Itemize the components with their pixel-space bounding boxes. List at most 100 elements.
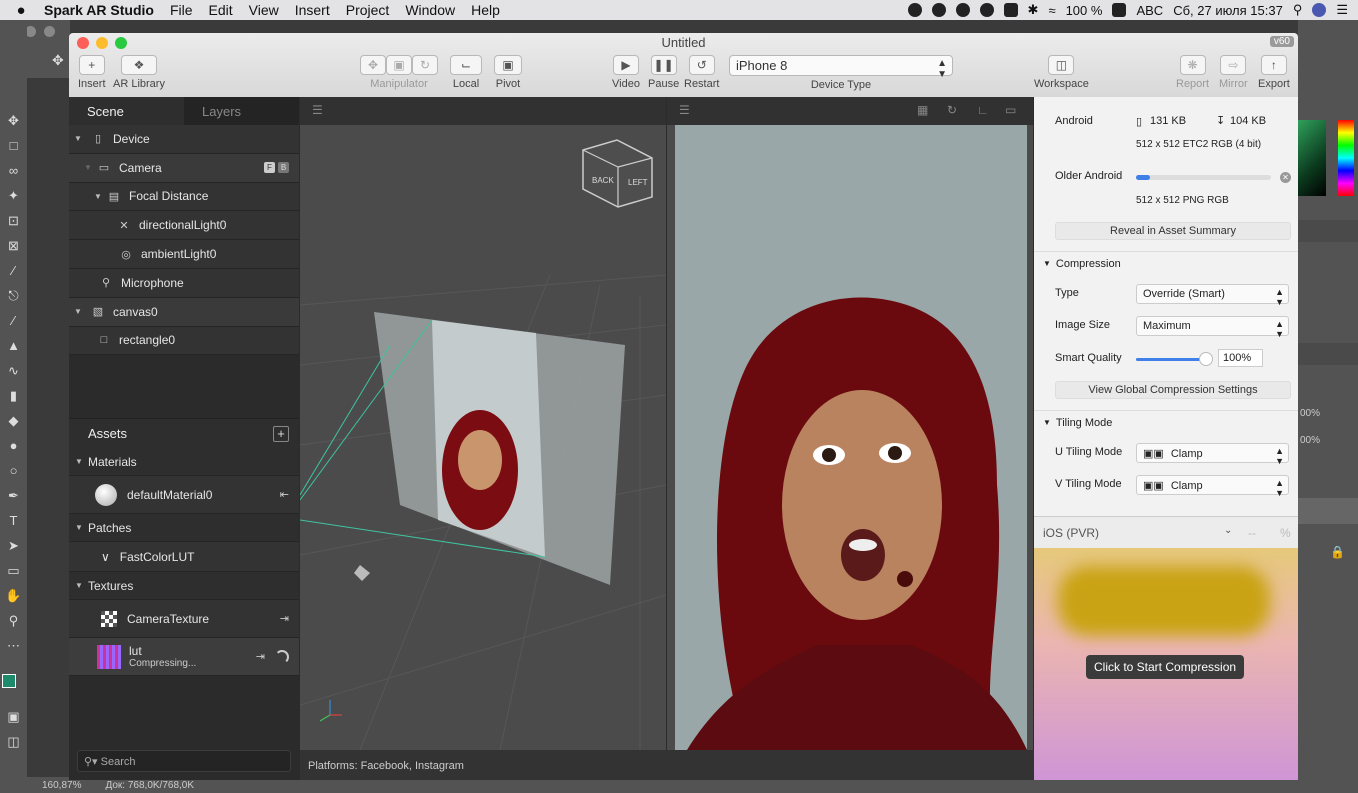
- front-camera-badge[interactable]: F: [264, 161, 275, 173]
- lasso-icon[interactable]: ∞: [0, 158, 27, 183]
- expand-arrow-icon[interactable]: ▼: [70, 581, 88, 590]
- menu-app-name[interactable]: Spark AR Studio: [44, 2, 154, 18]
- magic-wand-icon[interactable]: ✦: [0, 183, 27, 208]
- expand-arrow-icon[interactable]: ▼: [73, 134, 83, 143]
- scene-item-focal-distance[interactable]: ▼ ▤ Focal Distance: [69, 182, 299, 212]
- notification-icon[interactable]: [1003, 3, 1018, 17]
- scene-item-device[interactable]: ▼ ▯ Device: [69, 125, 299, 154]
- ar-library-button[interactable]: ❖ AR Library: [113, 55, 165, 90]
- cube-back-label[interactable]: BACK: [592, 176, 614, 185]
- circle-target-icon[interactable]: [931, 3, 946, 17]
- scene-item-microphone[interactable]: ⚲ Microphone: [69, 268, 299, 298]
- eyedropper-icon[interactable]: ⁄: [0, 258, 27, 283]
- compression-section-header[interactable]: ▼ Compression: [1034, 251, 1298, 275]
- menu-insert[interactable]: Insert: [295, 2, 330, 18]
- eraser-icon[interactable]: ▮: [0, 383, 27, 408]
- add-asset-button[interactable]: +: [273, 426, 289, 442]
- path-select-icon[interactable]: ➤: [0, 533, 27, 558]
- menu-edit[interactable]: Edit: [209, 2, 233, 18]
- clock[interactable]: Сб, 27 июля 15:37: [1173, 3, 1283, 18]
- rotate-gizmo-icon[interactable]: ↻: [412, 55, 438, 75]
- simulator-menu-icon[interactable]: ☰: [679, 103, 690, 117]
- bluetooth-icon[interactable]: ✱: [1028, 2, 1039, 18]
- image-size-select[interactable]: Maximum ▲ ▼: [1136, 316, 1289, 339]
- move-tool-icon[interactable]: ✥: [52, 52, 64, 69]
- more-tools-icon[interactable]: ⋯: [0, 633, 27, 658]
- texture-preview[interactable]: Click to Start Compression: [1034, 548, 1298, 780]
- insert-button[interactable]: + Insert: [78, 55, 106, 90]
- view-global-compression-button[interactable]: View Global Compression Settings: [1055, 381, 1291, 399]
- scene-item-directional-light[interactable]: ✕ directionalLight0: [69, 211, 299, 241]
- type-icon[interactable]: T: [0, 508, 27, 533]
- scene-item-ambient-light[interactable]: ◎ ambientLight0: [69, 240, 299, 269]
- asset-fast-color-lut[interactable]: ∨ FastColorLUT: [69, 542, 299, 572]
- ps-zoom-readout[interactable]: 160,87%: [42, 780, 81, 791]
- tiling-mode-section-header[interactable]: ▼ Tiling Mode: [1034, 410, 1298, 434]
- export-button[interactable]: ↑ Export: [1258, 55, 1290, 90]
- simulator-media-icon[interactable]: ▦: [917, 103, 928, 117]
- pivot-button[interactable]: ▣ Pivot: [494, 55, 522, 90]
- menu-window[interactable]: Window: [405, 2, 455, 18]
- local-button[interactable]: ⌙ Local: [450, 55, 482, 90]
- expand-arrow-icon[interactable]: ▼: [93, 192, 103, 201]
- quick-mask-icon[interactable]: ▣: [0, 704, 27, 729]
- u-tiling-select[interactable]: ▣▣ Clamp ▲ ▼: [1136, 443, 1289, 466]
- color-picker-field[interactable]: [1298, 120, 1326, 196]
- tab-scene[interactable]: Scene: [69, 97, 184, 125]
- scene-item-rectangle[interactable]: □ rectangle0: [69, 326, 299, 356]
- apple-icon[interactable]: ●: [12, 2, 30, 19]
- reveal-in-asset-summary-button[interactable]: Reveal in Asset Summary: [1055, 222, 1291, 240]
- asset-lut[interactable]: lut Compressing... ⇥: [69, 638, 299, 676]
- ps-opacity-value[interactable]: 00%: [1300, 408, 1320, 419]
- smart-quality-thumb[interactable]: [1199, 352, 1213, 366]
- simulator-refresh-icon[interactable]: ↻: [947, 103, 957, 117]
- screen-mode-icon[interactable]: ◫: [0, 729, 27, 754]
- dodge-icon[interactable]: ○: [0, 458, 27, 483]
- battery-text[interactable]: 100 %: [1066, 3, 1103, 18]
- crop-icon[interactable]: ⊡: [0, 208, 27, 233]
- cancel-icon[interactable]: ✕: [1280, 172, 1291, 183]
- cube-left-label[interactable]: LEFT: [628, 178, 648, 187]
- asset-search-input[interactable]: ⚲▾ Search: [77, 750, 291, 772]
- smart-quality-slider[interactable]: [1136, 352, 1213, 366]
- menu-help[interactable]: Help: [471, 2, 500, 18]
- frame-icon[interactable]: ⊠: [0, 233, 27, 258]
- manipulator-button[interactable]: ✥ ▣ ↻ Manipulator: [360, 55, 438, 90]
- expand-arrow-icon[interactable]: ▼: [70, 457, 88, 466]
- healing-icon[interactable]: ⎋: [0, 283, 27, 308]
- scene-item-camera[interactable]: ▼ ▭ Camera F B: [69, 153, 299, 183]
- viewport-canvas[interactable]: BACK LEFT: [300, 125, 666, 750]
- lock-icon[interactable]: 🔒: [1330, 545, 1345, 559]
- battery-icon[interactable]: [1112, 3, 1127, 17]
- stamp-icon[interactable]: ▲: [0, 333, 27, 358]
- smart-quality-input[interactable]: 100%: [1218, 349, 1263, 367]
- input-source[interactable]: ABC: [1136, 3, 1163, 18]
- cube-navigator[interactable]: BACK LEFT: [582, 139, 653, 208]
- expand-arrow-icon[interactable]: ▼: [70, 523, 88, 532]
- device-type-select[interactable]: iPhone 8 ▲ ▼: [729, 55, 953, 80]
- back-camera-badge[interactable]: B: [278, 161, 289, 173]
- link-arrow-icon[interactable]: ⇥: [256, 650, 265, 663]
- simulator-device-icon[interactable]: ▭: [1005, 103, 1016, 117]
- feather-icon[interactable]: [955, 3, 970, 17]
- mirror-button[interactable]: ⇨ Mirror: [1219, 55, 1248, 90]
- collapse-arrow-icon[interactable]: ▼: [83, 163, 93, 172]
- start-compression-button[interactable]: Click to Start Compression: [1086, 655, 1245, 679]
- asset-group-textures[interactable]: ▼ Textures: [69, 572, 299, 600]
- menu-file[interactable]: File: [170, 2, 193, 18]
- zoom-icon[interactable]: ⚲: [0, 608, 27, 633]
- link-arrow-icon[interactable]: ⇥: [280, 612, 289, 625]
- asset-group-materials[interactable]: ▼ Materials: [69, 448, 299, 476]
- scale-gizmo-icon[interactable]: ▣: [386, 55, 412, 75]
- blur-icon[interactable]: ●: [0, 433, 27, 458]
- scene-viewport[interactable]: ☰ BACK LEFT: [300, 97, 666, 750]
- hand-icon[interactable]: ✋: [0, 583, 27, 608]
- move-gizmo-icon[interactable]: ✥: [360, 55, 386, 75]
- compression-type-select[interactable]: Override (Smart) ▲ ▼: [1136, 284, 1289, 307]
- marquee-icon[interactable]: □: [0, 133, 27, 158]
- menu-list-icon[interactable]: ☰: [1336, 2, 1348, 18]
- record-icon[interactable]: [907, 3, 922, 17]
- menu-project[interactable]: Project: [346, 2, 390, 18]
- foreground-color-swatch[interactable]: [2, 674, 16, 688]
- link-arrow-icon[interactable]: ⇤: [280, 488, 289, 501]
